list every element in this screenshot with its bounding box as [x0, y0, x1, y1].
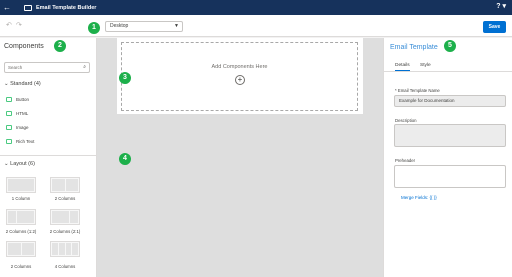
chevron-down-icon: ▼ — [174, 23, 179, 29]
component-button[interactable]: Button — [6, 97, 29, 102]
component-drop-zone[interactable]: Add Components Here + — [121, 42, 358, 111]
device-preview-select[interactable]: Desktop ▼ — [105, 21, 183, 32]
tab-divider — [384, 71, 512, 72]
section-divider — [0, 155, 97, 156]
component-rich-text[interactable]: Rich Text — [6, 139, 34, 144]
layout-2-columns[interactable] — [50, 177, 80, 193]
description-label: Description — [395, 118, 417, 123]
tab-details[interactable]: Details — [395, 63, 410, 71]
callout-badge-3: 3 — [119, 72, 131, 84]
layout-2-columns-2-1[interactable] — [50, 209, 80, 225]
callout-badge-4: 4 — [119, 153, 131, 165]
layout-label: 2 Columns (1:2) — [5, 229, 37, 234]
template-name-field[interactable]: Example for Documentation — [394, 95, 506, 107]
component-image[interactable]: Image — [6, 125, 29, 130]
preheader-field[interactable] — [394, 165, 506, 188]
back-arrow-icon[interactable]: ← — [0, 3, 14, 12]
layout-label: 2 Columns — [54, 196, 76, 201]
layout-section-toggle[interactable]: ⌄ Layout (6) — [4, 161, 35, 167]
preheader-label: Preheader — [395, 158, 416, 163]
layout-label: 2 Columns (2:1) — [49, 229, 81, 234]
app-header: ← Email Template Builder ? ▾ — [0, 0, 512, 15]
merge-fields-link[interactable]: Merge Fields: {{ }} — [401, 195, 437, 200]
callout-badge-2: 2 — [54, 40, 66, 52]
layout-1-column[interactable] — [6, 177, 36, 193]
template-name-label: * Email Template Name — [395, 88, 440, 93]
component-label: HTML — [16, 111, 29, 116]
template-name-value: Example for Documentation — [399, 98, 455, 103]
button-icon — [6, 97, 12, 102]
device-select-value: Desktop — [110, 23, 129, 29]
properties-panel: Email Template Details Style * Email Tem… — [383, 38, 512, 277]
standard-section-toggle[interactable]: ⌄ Standard (4) — [4, 81, 41, 87]
layout-section-title: Layout (6) — [10, 161, 35, 167]
layout-4-columns[interactable] — [50, 241, 80, 257]
callout-badge-5: 5 — [444, 40, 456, 52]
layout-label: 4 Columns — [54, 264, 76, 269]
standard-section-title: Standard (4) — [10, 81, 41, 87]
save-button[interactable]: Save — [483, 21, 506, 33]
properties-heading: Email Template — [390, 44, 438, 51]
add-component-icon[interactable]: + — [235, 75, 245, 85]
html-icon — [6, 111, 12, 116]
search-placeholder: Search — [8, 65, 23, 70]
app-title: Email Template Builder — [36, 4, 97, 11]
component-html[interactable]: HTML — [6, 111, 28, 116]
redo-icon[interactable]: ↷ — [16, 21, 22, 29]
component-label: Image — [16, 125, 29, 130]
components-panel: Components Search ⌕ ⌄ Standard (4) Butto… — [0, 38, 97, 277]
component-label: Rich Text — [16, 139, 35, 144]
image-icon — [6, 125, 12, 130]
layout-2-columns-b[interactable] — [6, 241, 36, 257]
layout-label: 1 Column — [11, 196, 31, 201]
components-heading: Components — [4, 43, 44, 50]
undo-icon[interactable]: ↶ — [6, 21, 12, 29]
component-label: Button — [16, 97, 30, 102]
layout-2-columns-1-2[interactable] — [6, 209, 36, 225]
email-icon — [24, 4, 32, 11]
builder-toolbar: ↶ ↷ — [0, 15, 512, 37]
callout-badge-1: 1 — [88, 22, 100, 34]
drop-zone-text: Add Components Here — [211, 64, 268, 70]
search-icon: ⌕ — [83, 64, 86, 70]
tab-style[interactable]: Style — [420, 63, 431, 68]
help-menu[interactable]: ? ▾ — [496, 2, 506, 10]
rich-text-icon — [6, 139, 12, 144]
layout-label: 2 Columns — [10, 264, 32, 269]
description-field[interactable] — [394, 124, 506, 147]
component-search-input[interactable]: Search ⌕ — [4, 62, 90, 73]
